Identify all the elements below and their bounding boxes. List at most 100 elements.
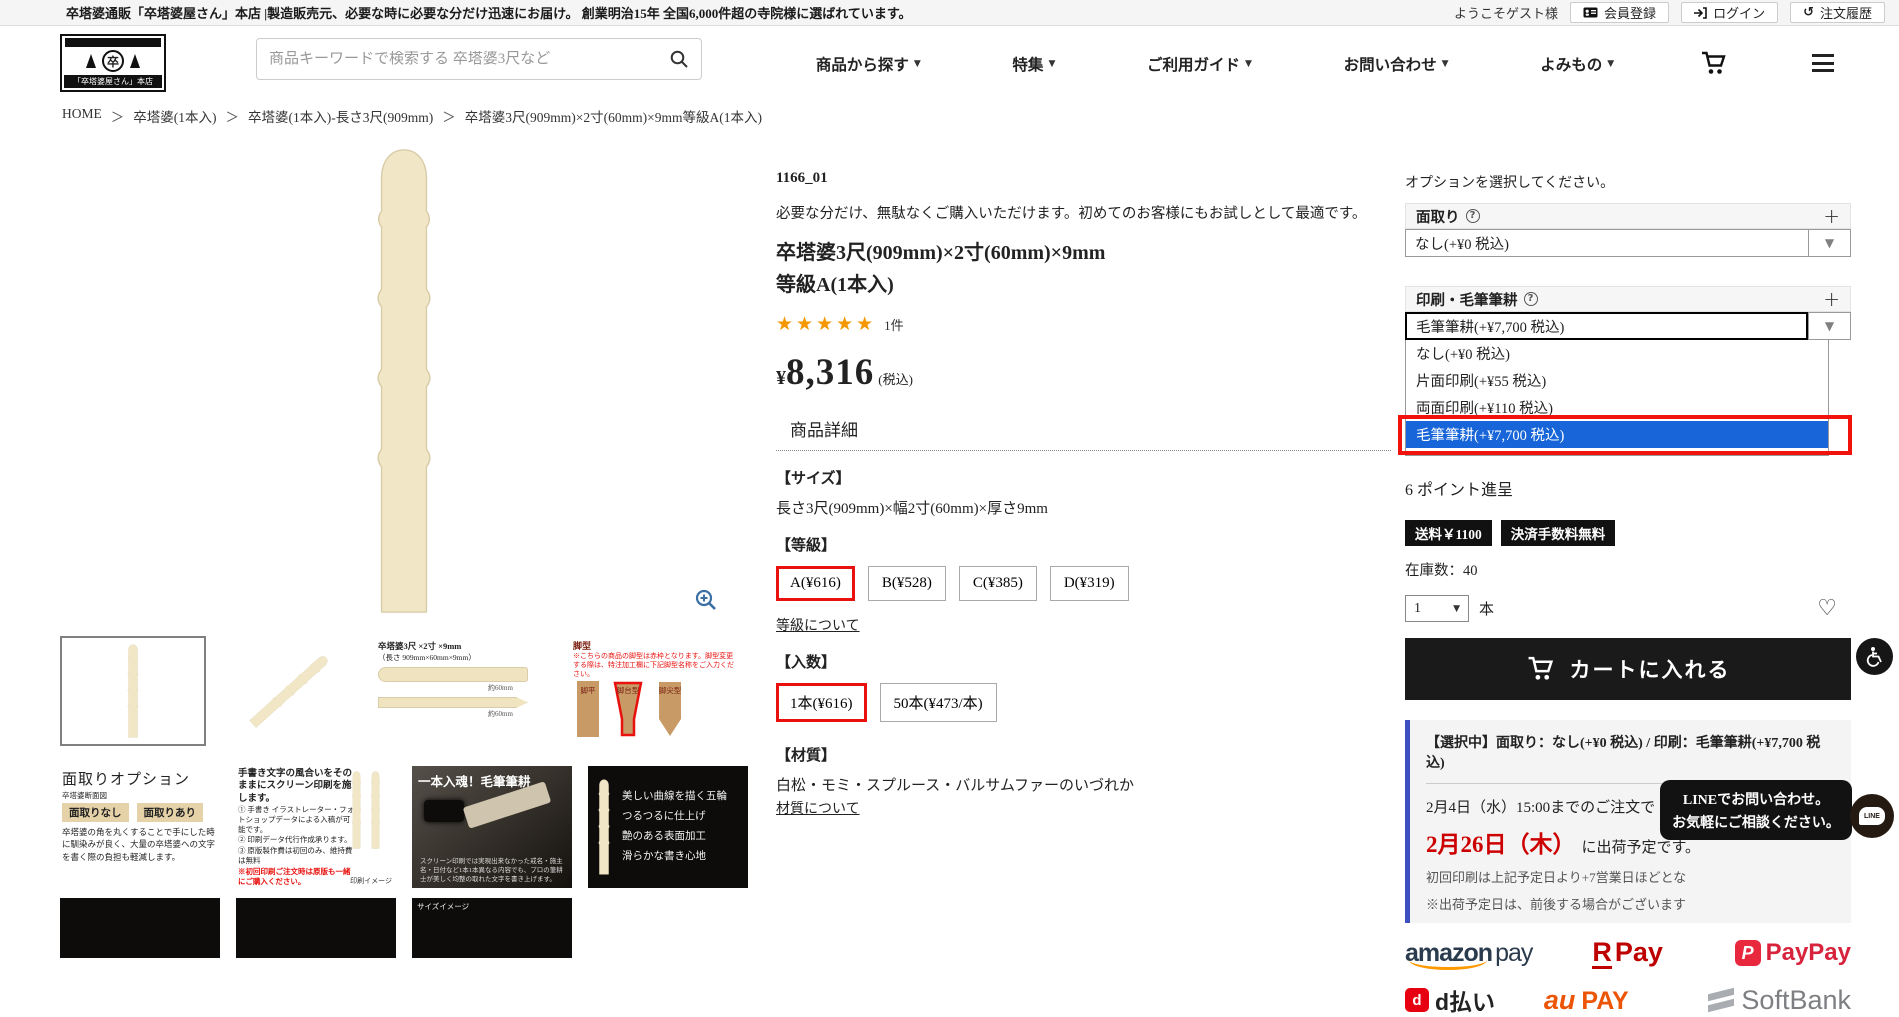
print-select-focused[interactable]: 毛筆筆耕(+¥7,700 税込) ▼ (1405, 312, 1851, 340)
tile-screen-print[interactable]: 手書き文字の風合いをそのままにスクリーン印刷を施します。 ① 手書き イラストレ… (236, 766, 396, 888)
chevron-down-icon (1453, 604, 1460, 614)
chevron-down-icon (1442, 59, 1449, 69)
count-50-button[interactable]: 50本(¥473/本) (880, 683, 997, 722)
search-input[interactable] (269, 51, 669, 68)
expand-plus-icon[interactable] (1823, 204, 1840, 228)
sotoba-thumb (125, 644, 141, 738)
rating-row[interactable]: ★★★★★ 1件 (776, 313, 1391, 335)
chamfer-select[interactable]: なし(+¥0 税込) ▼ (1405, 229, 1851, 257)
main-product-image[interactable] (60, 140, 748, 630)
material-info-link[interactable]: 材質について (776, 798, 860, 818)
grade-d-button[interactable]: D(¥319) (1050, 566, 1129, 601)
print-option-label: 印刷・毛筆筆耕 (1416, 289, 1538, 310)
tile-brush-calligraphy[interactable]: 一本入魂！毛筆筆耕 スクリーン印刷では実現出来なかった戒名・施主名・日付など1本… (412, 766, 572, 888)
breadcrumb-subcategory[interactable]: 卒塔婆(1本入)-長さ3尺(909mm) (217, 106, 434, 126)
nav-item-products[interactable]: 商品から探す (816, 53, 921, 75)
chamfer-option-header: 面取り (1405, 203, 1851, 229)
favorite-heart-icon[interactable]: ♡ (1817, 598, 1837, 620)
nav-item-guide[interactable]: ご利用ガイド (1147, 53, 1252, 75)
grade-info-link[interactable]: 等級について (776, 615, 860, 635)
thumbnail-front-selected[interactable] (60, 636, 206, 746)
order-history-label: 注文履歴 (1820, 3, 1872, 22)
breadcrumb: HOME 卒塔婆(1本入) 卒塔婆(1本入)-長さ3尺(909mm) 卒塔婆3尺… (62, 106, 762, 126)
print-item: ② 印刷データ代行作成承ります。 (238, 835, 356, 845)
nav-item-contact[interactable]: お問い合わせ (1344, 53, 1449, 75)
add-to-cart-button[interactable]: カートに入れる (1405, 638, 1851, 700)
quantity-select[interactable]: 1 (1405, 595, 1469, 622)
breadcrumb-home[interactable]: HOME (62, 106, 102, 126)
d-barai-icon: d (1405, 988, 1429, 1012)
rakuten-pay-text: Pay (1615, 937, 1663, 968)
thumbnail-leg-types[interactable]: 脚型 ※こちらの商品の脚型は赤枠となります。脚型変更する際は、特注加工欄に下記脚… (568, 636, 740, 746)
header: 卒 「卒塔婆屋さん」本店 商品から探す 特集 ご利用ガイド お問い合わせ よみも… (0, 26, 1899, 102)
ship-date: 2月26日（木） (1426, 825, 1576, 859)
tile-partial[interactable] (236, 898, 396, 958)
thumbnail-diagonal[interactable] (230, 636, 348, 746)
nav-item-reading[interactable]: よみもの (1540, 53, 1614, 75)
chevron-down-icon (1607, 59, 1614, 69)
chamfer-description: 卒塔婆の角を丸くすることで手にした時に馴染みが良く、大量の卒塔婆への文字を書く際… (62, 826, 218, 863)
chevron-down-icon (1048, 59, 1055, 69)
nav-label: 商品から探す (816, 53, 909, 75)
print-caption: 印刷イメージ (350, 876, 392, 886)
count-1-button[interactable]: 1本(¥616) (776, 683, 867, 722)
help-icon[interactable] (1466, 209, 1480, 223)
product-lead: 必要な分だけ、無駄なくご購入いただけます。初めてのお客様にもお試しとして最適です… (776, 202, 1391, 223)
login-button[interactable]: ログイン (1681, 2, 1778, 23)
grade-a-button[interactable]: A(¥616) (776, 566, 855, 601)
bottom-tiles-row: サイズイメージ (60, 898, 748, 958)
grade-b-button[interactable]: B(¥528) (868, 566, 946, 601)
tile-surface-finish[interactable]: 美しい曲線を描く五輪 つるつるに仕上げ 艶のある表面加工 滑らかな書き心地 (588, 766, 748, 888)
logo-mark: 卒 (102, 50, 124, 72)
login-label: ログイン (1713, 3, 1765, 22)
nav-label: お問い合わせ (1344, 53, 1437, 75)
size-heading: 【サイズ】 (776, 467, 1391, 488)
expand-plus-icon[interactable] (1823, 287, 1840, 311)
diagram-sotoba-top (378, 667, 528, 682)
review-count[interactable]: 1件 (884, 315, 904, 334)
cart-icon[interactable] (1700, 50, 1728, 77)
line-contact-tooltip[interactable]: LINEでお問い合わせ。 お気軽にご相談ください。 (1660, 780, 1852, 840)
amazon-pay-logo: amazon pay (1405, 939, 1532, 968)
select-arrow: ▼ (1808, 229, 1851, 257)
quantity-value: 1 (1414, 601, 1421, 617)
order-history-button[interactable]: ↺ 注文履歴 (1790, 2, 1885, 23)
top-bar: 卒塔婆通販「卒塔婆屋さん」本店 |製造販売元、必要な時に必要な分だけ迅速にお届け… (0, 0, 1899, 26)
points-note: 6 ポイント進呈 (1405, 476, 1851, 500)
sotoba-strip (596, 779, 612, 875)
zoom-in-icon[interactable] (694, 588, 718, 612)
dropdown-option-none[interactable]: なし(+¥0 税込) (1406, 340, 1828, 367)
line-button[interactable]: LINE (1850, 794, 1894, 838)
search-bar (256, 38, 702, 80)
chamfer-option-label: 面取り (1416, 206, 1480, 227)
thumbnail-size-diagram[interactable]: 卒塔婆3尺 ×2寸 ×9mm （長さ 909mm×60mm×9mm） 約60mm… (372, 636, 544, 746)
breadcrumb-category[interactable]: 卒塔婆(1本入) (102, 106, 217, 126)
chevron-down-icon: ▼ (1825, 319, 1834, 333)
breadcrumb-current: 卒塔婆3尺(909mm)×2寸(60mm)×9mm等級A(1本入) (433, 106, 762, 126)
chamfer-title: 面取りオプション (62, 768, 218, 789)
nav-item-features[interactable]: 特集 (1012, 53, 1055, 75)
tile-size-image[interactable]: サイズイメージ (412, 898, 572, 958)
site-logo[interactable]: 卒 「卒塔婆屋さん」本店 (60, 34, 166, 92)
menu-icon[interactable] (1812, 54, 1834, 77)
tile-partial[interactable] (60, 898, 220, 958)
product-title-line2: 等級A(1本入) (776, 269, 1391, 301)
diagram-sotoba-bottom (378, 697, 528, 708)
finish-text: 美しい曲線を描く五輪 つるつるに仕上げ 艶のある表面加工 滑らかな書き心地 (622, 787, 727, 867)
accessibility-button[interactable] (1856, 638, 1893, 675)
register-button[interactable]: 会員登録 (1570, 2, 1669, 23)
search-icon[interactable] (669, 49, 689, 69)
print-leadtime-note: 初回印刷は上記予定日より+7営業日ほどとな (1426, 867, 1835, 886)
id-card-icon (1583, 7, 1598, 18)
price-tax-note: (税込) (878, 369, 913, 388)
dropdown-option-partial[interactable] (1406, 448, 1828, 455)
leg-type-shapes: 脚平 脚台型 脚尖型 (577, 681, 683, 737)
select-arrow: ▼ (1808, 312, 1851, 340)
tile-chamfer-option[interactable]: 面取りオプション 卒塔婆断面図 面取りなし 面取りあり 卒塔婆の角を丸くすること… (60, 766, 220, 888)
brush-title: 一本入魂！毛筆筆耕 (418, 771, 531, 790)
grade-c-button[interactable]: C(¥385) (959, 566, 1037, 601)
dropdown-option-double-side[interactable]: 両面印刷(+¥110 税込) (1406, 394, 1828, 421)
dropdown-option-single-side[interactable]: 片面印刷(+¥55 税込) (1406, 367, 1828, 394)
dropdown-option-brush-highlighted[interactable]: 毛筆筆耕(+¥7,700 税込) (1406, 421, 1828, 448)
help-icon[interactable] (1524, 292, 1538, 306)
